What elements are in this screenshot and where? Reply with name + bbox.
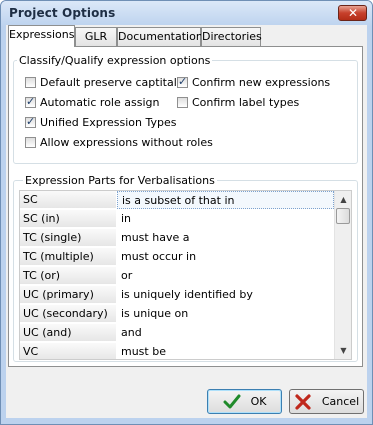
checkmark-icon: ✓ — [26, 115, 36, 128]
part-text-cell[interactable]: must occur in — [117, 248, 334, 266]
part-text-cell[interactable]: is unique on — [117, 305, 334, 323]
part-name-cell[interactable]: UC (and) — [20, 324, 116, 342]
cross-icon — [295, 393, 311, 410]
part-text-cell[interactable]: must have a — [117, 229, 334, 247]
list-row[interactable]: VC must be — [20, 343, 334, 359]
part-name-cell[interactable]: UC (primary) — [20, 286, 116, 304]
checkbox-default-preserve-capital[interactable]: Default preserve captital — [25, 75, 177, 90]
cancel-button[interactable]: Cancel — [289, 389, 364, 414]
part-text-cell[interactable]: and — [117, 324, 334, 342]
list-row[interactable]: SC (in) in — [20, 210, 334, 229]
checkbox-automatic-role-assign[interactable]: ✓ Automatic role assign — [25, 95, 159, 110]
part-name-cell[interactable]: SC — [20, 191, 116, 209]
tab-strip: Expressions GLR Documentation Directorie… — [6, 25, 367, 47]
scroll-down-icon[interactable]: ▼ — [335, 342, 351, 359]
list-row[interactable]: UC (secondary) is unique on — [20, 305, 334, 324]
part-name-cell[interactable]: VC — [20, 343, 116, 359]
list-row[interactable]: UC (and) and — [20, 324, 334, 343]
part-name-cell[interactable]: SC (in) — [20, 210, 116, 228]
checkbox-box[interactable] — [25, 137, 36, 148]
part-text-cell[interactable]: is a subset of that in — [117, 191, 334, 209]
list-row[interactable]: TC (single) must have a — [20, 229, 334, 248]
part-text-cell[interactable]: is uniquely identified by — [117, 286, 334, 304]
scroll-up-icon[interactable]: ▲ — [335, 191, 351, 208]
part-name-cell[interactable]: TC (multiple) — [20, 248, 116, 266]
checkbox-box[interactable]: ✓ — [177, 75, 188, 88]
checkbox-confirm-label-types[interactable]: Confirm label types — [177, 95, 299, 110]
tab-glr[interactable]: GLR — [75, 27, 117, 46]
close-button[interactable]: ✕ — [338, 5, 367, 21]
part-text-cell[interactable]: in — [117, 210, 334, 228]
part-text-cell[interactable]: must be — [117, 343, 334, 359]
expression-parts-list[interactable]: SC is a subset of that in SC (in) in TC … — [19, 190, 352, 360]
checkmark-icon — [223, 394, 241, 408]
checkbox-box[interactable]: ✓ — [25, 115, 36, 128]
part-name-cell[interactable]: UC (secondary) — [20, 305, 116, 323]
scrollbar-thumb[interactable] — [336, 208, 350, 224]
tab-expressions[interactable]: Expressions — [8, 25, 75, 47]
list-row[interactable]: TC (or) or — [20, 267, 334, 286]
checkbox-label: Confirm label types — [192, 96, 300, 109]
checkmark-icon: ✓ — [26, 95, 36, 108]
checkbox-allow-expressions-without-roles[interactable]: Allow expressions without roles — [25, 135, 213, 150]
tab-documentation[interactable]: Documentation — [117, 27, 203, 46]
dialog-client-area: Expressions GLR Documentation Directorie… — [6, 25, 367, 418]
ok-button-label: OK — [250, 395, 267, 408]
cancel-button-label: Cancel — [321, 395, 360, 408]
part-text-cell[interactable]: or — [117, 267, 334, 285]
checkbox-label: Confirm new expressions — [192, 76, 331, 89]
checkbox-label: Default preserve captital — [40, 76, 177, 89]
ok-button[interactable]: OK — [207, 389, 282, 414]
list-row[interactable]: SC is a subset of that in — [20, 191, 334, 210]
vertical-scrollbar[interactable]: ▲ ▼ — [334, 191, 351, 359]
checkbox-label: Automatic role assign — [40, 96, 160, 109]
list-row[interactable]: UC (primary) is uniquely identified by — [20, 286, 334, 305]
window-title: Project Options — [9, 6, 116, 20]
close-icon: ✕ — [348, 6, 359, 20]
expression-parts-group-title: Expression Parts for Verbalisations — [23, 174, 217, 187]
checkbox-box[interactable] — [25, 77, 36, 88]
checkbox-label: Unified Expression Types — [40, 116, 177, 129]
checkbox-confirm-new-expressions[interactable]: ✓ Confirm new expressions — [177, 75, 330, 90]
checkmark-icon: ✓ — [178, 75, 188, 88]
checkbox-box[interactable] — [177, 97, 188, 108]
dialog-window: Project Options ✕ Expressions GLR Docume… — [0, 0, 373, 425]
checkbox-label: Allow expressions without roles — [40, 136, 213, 149]
part-name-cell[interactable]: TC (single) — [20, 229, 116, 247]
checkbox-box[interactable]: ✓ — [25, 95, 36, 108]
classify-group-title: Classify/Qualify expression options — [17, 54, 213, 67]
title-bar[interactable]: Project Options ✕ — [1, 1, 372, 27]
tab-directories[interactable]: Directories — [201, 27, 262, 46]
part-name-cell[interactable]: TC (or) — [20, 267, 116, 285]
list-row[interactable]: TC (multiple) must occur in — [20, 248, 334, 267]
checkbox-unified-expression-types[interactable]: ✓ Unified Expression Types — [25, 115, 176, 130]
